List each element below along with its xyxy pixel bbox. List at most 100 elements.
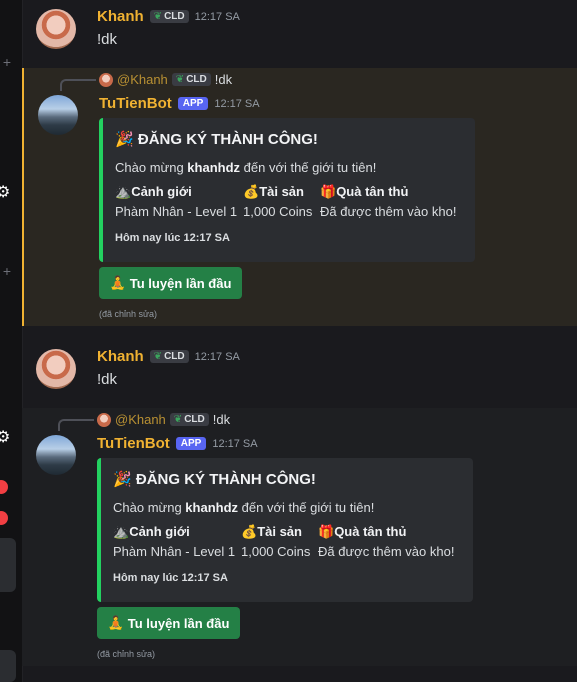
embed-description: Chào mừng khanhdz đến với thế giới tu ti… <box>115 160 376 175</box>
user-message: Khanh ❦ CLD 12:17 SA !dk <box>22 340 577 406</box>
field-gift: 🎁Quà tân thủ Đã được thêm vào kho! <box>320 184 456 219</box>
reply-preview[interactable]: @Khanh ❦ CLD !dk <box>99 72 232 87</box>
field-name-text: Quà tân thủ <box>336 184 409 199</box>
field-realm: ⛰️Cảnh giới Phàm Nhân - Level 1 <box>113 524 235 559</box>
desc-username: khanhdz <box>187 160 241 175</box>
edited-label: (đã chỉnh sửa) <box>99 309 158 319</box>
timestamp: 12:17 SA <box>212 437 258 450</box>
field-gift: 🎁Quà tân thủ Đã được thêm vào kho! <box>318 524 454 559</box>
avatar[interactable] <box>36 349 76 389</box>
reply-text: !dk <box>214 72 233 87</box>
plus-icon[interactable]: + <box>0 263 14 279</box>
field-name-text: Tài sản <box>259 184 304 199</box>
embed-title-text: ĐĂNG KÝ THÀNH CÔNG! <box>137 131 318 148</box>
embed-card: 🎉 ĐĂNG KÝ THÀNH CÔNG! Chào mừng khanhdz … <box>97 458 473 602</box>
reply-preview[interactable]: @Khanh ❦ CLD !dk <box>97 412 230 427</box>
gift-icon: 🎁 <box>320 184 337 199</box>
clan-tag-label: CLD <box>184 414 205 425</box>
clan-tag: ❦ CLD <box>149 350 189 363</box>
field-value: Phàm Nhân - Level 1 <box>113 544 236 559</box>
button-label: Tu luyện lần đầu <box>127 615 230 631</box>
field-value: Đã được thêm vào kho! <box>320 204 457 219</box>
bot-avatar[interactable] <box>36 435 76 475</box>
server-sidebar-edge: + ⚙ + ⚙ <box>0 0 23 682</box>
field-name: 💰Tài sản <box>243 184 312 200</box>
notification-badge[interactable] <box>0 480 8 494</box>
leaf-icon: ❦ <box>153 351 163 362</box>
chat-screen: + ⚙ + ⚙ Khanh ❦ CLD 12:17 SA !dk @Khanh ❦… <box>0 0 577 682</box>
reply-username[interactable]: @Khanh <box>117 72 168 87</box>
field-name: ⛰️Cảnh giới <box>115 184 237 200</box>
party-popper-icon: 🎉 <box>113 471 132 488</box>
username[interactable]: Khanh <box>97 8 144 25</box>
gear-icon[interactable]: ⚙ <box>0 182 10 202</box>
field-name-text: Tài sản <box>257 524 302 539</box>
app-badge: APP <box>175 437 207 450</box>
avatar[interactable] <box>36 9 76 49</box>
cultivate-button[interactable]: 🧘 Tu luyện lần đầu <box>97 607 240 639</box>
clan-tag-label: CLD <box>186 74 207 85</box>
field-name: 💰Tài sản <box>241 524 310 540</box>
channel-item[interactable] <box>0 650 16 682</box>
message-text: !dk <box>97 371 118 388</box>
embed-description: Chào mừng khanhdz đến với thế giới tu ti… <box>113 500 374 515</box>
mountain-icon: ⛰️ <box>113 524 130 539</box>
field-name-text: Cảnh giới <box>131 184 192 199</box>
clan-tag: ❦ CLD <box>169 413 209 426</box>
reply-avatar <box>99 72 113 87</box>
clan-tag: ❦ CLD <box>171 73 211 86</box>
field-name-text: Cảnh giới <box>129 524 190 539</box>
desc-suffix: đến với thế giới tu tiên! <box>240 160 377 175</box>
edited-label: (đã chỉnh sửa) <box>97 649 156 659</box>
field-name: 🎁Quà tân thủ <box>318 524 454 540</box>
reply-connector <box>58 419 94 431</box>
bot-avatar[interactable] <box>38 95 78 135</box>
desc-suffix: đến với thế giới tu tiên! <box>238 500 375 515</box>
message-header: Khanh ❦ CLD 12:17 SA <box>97 8 240 25</box>
embed-title: 🎉 ĐĂNG KÝ THÀNH CÔNG! <box>113 470 316 488</box>
field-assets: 💰Tài sản 1,000 Coins <box>243 184 312 219</box>
message-header: TuTienBot APP 12:17 SA <box>99 95 260 112</box>
field-value: Phàm Nhân - Level 1 <box>115 204 238 219</box>
message-header: TuTienBot APP 12:17 SA <box>97 435 258 452</box>
bot-message: @Khanh ❦ CLD !dk TuTienBot APP 12:17 SA 🎉… <box>22 408 577 666</box>
leaf-icon: ❦ <box>173 414 183 425</box>
clan-tag-label: CLD <box>164 11 185 22</box>
leaf-icon: ❦ <box>175 74 185 85</box>
app-badge: APP <box>177 97 209 110</box>
embed-footer: Hôm nay lúc 12:17 SA <box>115 232 230 244</box>
field-realm: ⛰️Cảnh giới Phàm Nhân - Level 1 <box>115 184 237 219</box>
plus-icon[interactable]: + <box>0 54 14 70</box>
money-bag-icon: 💰 <box>241 524 258 539</box>
desc-prefix: Chào mừng <box>115 160 188 175</box>
notification-badge[interactable] <box>0 511 8 525</box>
field-name: 🎁Quà tân thủ <box>320 184 456 200</box>
desc-username: khanhdz <box>185 500 239 515</box>
cultivate-button[interactable]: 🧘 Tu luyện lần đầu <box>99 267 242 299</box>
field-value: Đã được thêm vào kho! <box>318 544 455 559</box>
meditation-icon: 🧘 <box>107 615 124 630</box>
embed-title: 🎉 ĐĂNG KÝ THÀNH CÔNG! <box>115 130 318 148</box>
party-popper-icon: 🎉 <box>115 131 134 148</box>
embed-title-text: ĐĂNG KÝ THÀNH CÔNG! <box>135 471 316 488</box>
field-name-text: Quà tân thủ <box>334 524 407 539</box>
reply-text: !dk <box>212 412 231 427</box>
username[interactable]: Khanh <box>97 348 144 365</box>
message-text: !dk <box>97 31 118 48</box>
user-message: Khanh ❦ CLD 12:17 SA !dk <box>22 0 577 66</box>
field-name: ⛰️Cảnh giới <box>113 524 235 540</box>
button-label: Tu luyện lần đầu <box>129 275 232 291</box>
leaf-icon: ❦ <box>153 11 163 22</box>
bot-message: @Khanh ❦ CLD !dk TuTienBot APP 12:17 SA 🎉… <box>22 68 577 326</box>
bot-username[interactable]: TuTienBot <box>97 435 170 452</box>
meditation-icon: 🧘 <box>109 275 126 290</box>
channel-item[interactable] <box>0 538 16 592</box>
field-value: 1,000 Coins <box>241 544 311 559</box>
bot-username[interactable]: TuTienBot <box>99 95 172 112</box>
reply-username[interactable]: @Khanh <box>115 412 166 427</box>
field-value: 1,000 Coins <box>243 204 313 219</box>
reply-connector <box>60 79 96 91</box>
message-header: Khanh ❦ CLD 12:17 SA <box>97 348 240 365</box>
message-list: Khanh ❦ CLD 12:17 SA !dk @Khanh ❦ CLD !dk … <box>22 0 577 682</box>
gear-icon[interactable]: ⚙ <box>0 427 10 447</box>
